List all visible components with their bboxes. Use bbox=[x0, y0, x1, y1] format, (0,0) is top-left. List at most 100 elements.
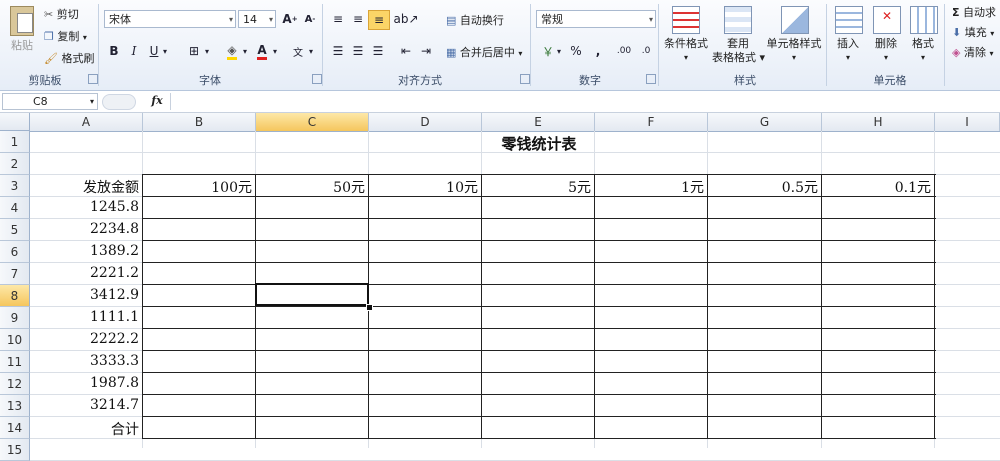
align-middle-icon[interactable]: ≡ bbox=[348, 10, 368, 28]
amount-cell[interactable]: 3214.7 bbox=[30, 397, 139, 413]
amount-cell[interactable]: 1389.2 bbox=[30, 243, 139, 259]
merge-center-button[interactable]: ▦ 合并后居中 ▾ bbox=[446, 44, 522, 60]
font-name-select[interactable]: 宋体 ▾ bbox=[104, 10, 236, 28]
amount-cell[interactable]: 2222.2 bbox=[30, 331, 139, 347]
cell-styles-label: 单元格样式 bbox=[766, 37, 822, 50]
chevron-down-icon[interactable]: ▾ bbox=[270, 42, 280, 60]
amount-cell[interactable]: 2234.8 bbox=[30, 221, 139, 237]
format-as-table-button[interactable]: 套用 表格格式 ▾ bbox=[712, 4, 765, 66]
column-header-c[interactable]: C bbox=[256, 113, 369, 131]
denomination-header: 0.5元 bbox=[781, 180, 818, 196]
row-header-10[interactable]: 10 bbox=[0, 329, 30, 351]
column-header-i[interactable]: I bbox=[935, 113, 1000, 131]
chevron-down-icon: ▾ bbox=[228, 15, 233, 24]
shrink-font-icon[interactable]: A- bbox=[300, 10, 320, 28]
active-cell-c8[interactable] bbox=[255, 283, 369, 306]
chevron-down-icon[interactable]: ▾ bbox=[554, 42, 564, 60]
table-border bbox=[143, 262, 936, 263]
bold-button[interactable]: B bbox=[104, 42, 124, 60]
column-header-d[interactable]: D bbox=[369, 113, 482, 131]
row-header-7[interactable]: 7 bbox=[0, 263, 30, 285]
conditional-format-button[interactable]: 条件格式 ▾ bbox=[662, 4, 710, 66]
align-left-icon[interactable]: ☰ bbox=[328, 42, 348, 60]
phonetic-icon[interactable]: 文 bbox=[288, 42, 308, 60]
align-right-icon[interactable]: ☰ bbox=[368, 42, 388, 60]
row-header-4[interactable]: 4 bbox=[0, 197, 30, 219]
font-color-icon[interactable]: A bbox=[252, 42, 272, 60]
row-header-14[interactable]: 14 bbox=[0, 417, 30, 439]
column-header-f[interactable]: F bbox=[595, 113, 708, 131]
row-header-3[interactable]: 3 bbox=[0, 175, 30, 197]
delete-button[interactable]: ✕ 删除 ▾ bbox=[868, 4, 904, 66]
column-header-b[interactable]: B bbox=[143, 113, 256, 131]
amount-cell[interactable]: 2221.2 bbox=[30, 265, 139, 281]
wrap-text-button[interactable]: ▤ 自动换行 bbox=[446, 12, 504, 28]
italic-button[interactable]: I bbox=[124, 42, 144, 60]
row-header-12[interactable]: 12 bbox=[0, 373, 30, 395]
copy-button[interactable]: ❐ 复制 ▾ bbox=[44, 28, 87, 44]
row-header-11[interactable]: 11 bbox=[0, 351, 30, 373]
row-header-15[interactable]: 15 bbox=[0, 439, 30, 461]
cell-styles-button[interactable]: 单元格样式 ▾ bbox=[766, 4, 822, 66]
table-border bbox=[143, 350, 936, 351]
column-header-h[interactable]: H bbox=[822, 113, 935, 131]
row-header-8[interactable]: 8 bbox=[0, 285, 30, 307]
amount-cell[interactable]: 3333.3 bbox=[30, 353, 139, 369]
fill-color-icon[interactable]: ◈ bbox=[222, 42, 242, 60]
clear-button[interactable]: ◈ 清除 ▾ bbox=[952, 44, 993, 60]
decrease-indent-icon[interactable]: ⇤ bbox=[396, 42, 416, 60]
formula-input[interactable] bbox=[170, 93, 999, 110]
amount-cell[interactable]: 1111.1 bbox=[30, 309, 139, 325]
borders-icon[interactable]: ⊞ bbox=[184, 42, 204, 60]
number-format-select[interactable]: 常规 ▾ bbox=[536, 10, 656, 28]
alignment-launcher-icon[interactable] bbox=[520, 74, 530, 84]
row-header-6[interactable]: 6 bbox=[0, 241, 30, 263]
font-launcher-icon[interactable] bbox=[312, 74, 322, 84]
denomination-header: 0.1元 bbox=[894, 180, 931, 196]
comma-button[interactable]: , bbox=[588, 42, 608, 60]
align-center-icon[interactable]: ☰ bbox=[348, 42, 368, 60]
percent-button[interactable]: % bbox=[566, 42, 586, 60]
font-size-select[interactable]: 14 ▾ bbox=[238, 10, 276, 28]
amount-cell[interactable]: 1987.8 bbox=[30, 375, 139, 391]
table-border bbox=[142, 174, 143, 439]
row-header-13[interactable]: 13 bbox=[0, 395, 30, 417]
column-header-a[interactable]: A bbox=[30, 113, 143, 131]
orientation-icon[interactable]: ab↗ bbox=[393, 10, 418, 28]
name-box[interactable]: C8 ▾ bbox=[2, 93, 98, 110]
alignment-group-label: 对齐方式 bbox=[398, 74, 442, 87]
grow-font-icon[interactable]: A + bbox=[280, 10, 300, 28]
row-header-5[interactable]: 5 bbox=[0, 219, 30, 241]
chevron-down-icon[interactable]: ▾ bbox=[160, 42, 170, 60]
chevron-down-icon[interactable]: ▾ bbox=[240, 42, 250, 60]
align-top-icon[interactable]: ≡ bbox=[328, 10, 348, 28]
chevron-down-icon: ▾ bbox=[883, 53, 888, 62]
align-bottom-icon[interactable]: ≡ bbox=[368, 10, 390, 30]
select-all-button[interactable] bbox=[0, 113, 30, 131]
sigma-icon: Σ bbox=[952, 6, 960, 19]
column-header-e[interactable]: E bbox=[482, 113, 595, 131]
clipboard-launcher-icon[interactable] bbox=[88, 74, 98, 84]
decrease-decimal-icon[interactable]: .0 bbox=[636, 42, 656, 60]
increase-decimal-icon[interactable]: .00 bbox=[614, 42, 634, 60]
insert-button[interactable]: 插入 ▾ bbox=[830, 4, 866, 66]
cut-button[interactable]: ✂ 剪切 bbox=[44, 6, 79, 22]
paste-button[interactable]: 粘贴 bbox=[6, 4, 38, 64]
column-header-g[interactable]: G bbox=[708, 113, 822, 131]
row-header-1[interactable]: 1 bbox=[0, 131, 30, 153]
chevron-down-icon[interactable]: ▾ bbox=[202, 42, 212, 60]
format-button[interactable]: 格式 ▾ bbox=[906, 4, 940, 66]
increase-indent-icon[interactable]: ⇥ bbox=[416, 42, 436, 60]
font-name-value: 宋体 bbox=[109, 13, 131, 26]
fill-handle[interactable] bbox=[366, 304, 373, 311]
row-header-9[interactable]: 9 bbox=[0, 307, 30, 329]
autosum-button[interactable]: Σ 自动求 bbox=[952, 4, 996, 20]
number-launcher-icon[interactable] bbox=[646, 74, 656, 84]
amount-cell[interactable]: 3412.9 bbox=[30, 287, 139, 303]
insert-function-button[interactable]: fx bbox=[148, 93, 166, 110]
fill-button[interactable]: ⬇ 填充 ▾ bbox=[952, 24, 994, 40]
amount-cell[interactable]: 1245.8 bbox=[30, 199, 139, 215]
row-header-2[interactable]: 2 bbox=[0, 153, 30, 175]
chevron-down-icon[interactable]: ▾ bbox=[306, 42, 316, 60]
format-painter-button[interactable]: 🖌 格式刷 bbox=[44, 50, 94, 66]
